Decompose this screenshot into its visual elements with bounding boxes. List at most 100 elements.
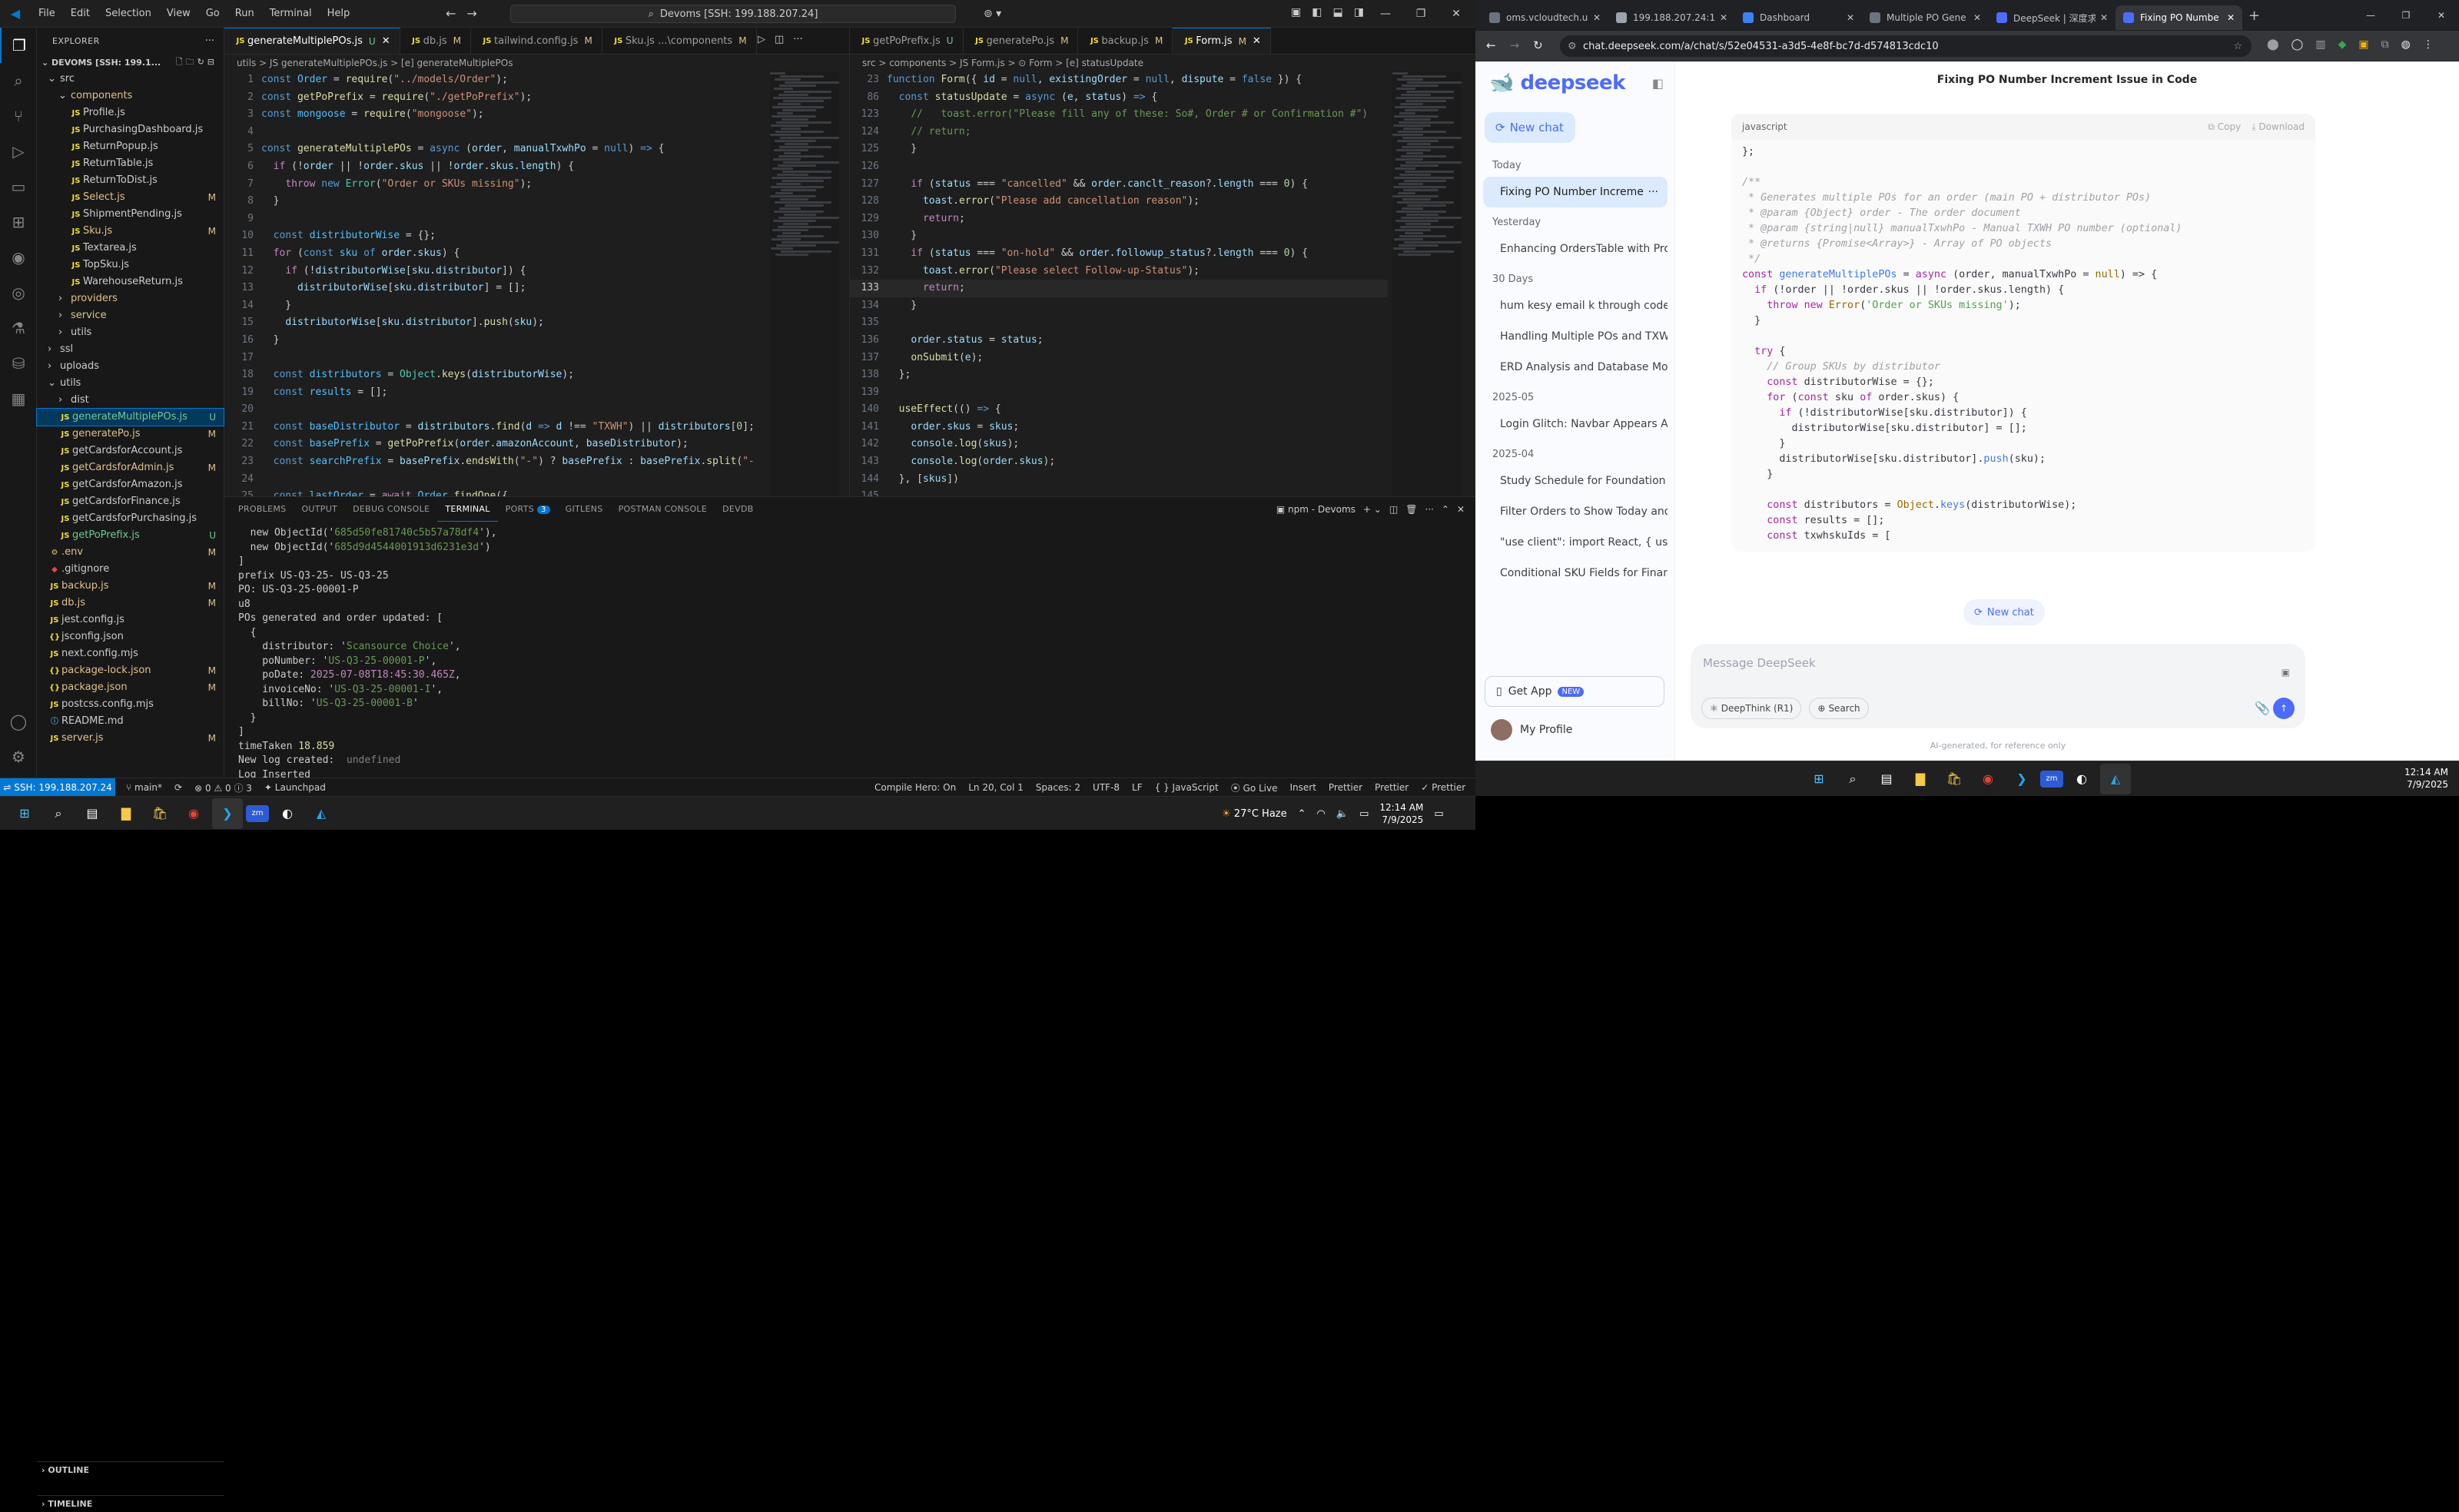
- copilot-icon[interactable]: ⊚ ▾: [984, 8, 1001, 20]
- file-item[interactable]: JS server.js M: [37, 730, 224, 747]
- compile-hero-item[interactable]: Compile Hero: On: [868, 782, 962, 793]
- branch-item[interactable]: ⑂ main*: [120, 782, 168, 793]
- file-item[interactable]: JS ReturnToDist.js: [37, 172, 224, 189]
- file-item[interactable]: JS WarehouseReturn.js: [37, 274, 224, 290]
- extension-icon[interactable]: ◆: [2338, 38, 2347, 51]
- docker-icon[interactable]: ▦: [0, 381, 37, 416]
- close-tab-icon[interactable]: ✕: [2100, 12, 2108, 23]
- editor-tab[interactable]: JS tailwind.config.js M: [471, 28, 602, 54]
- history-item[interactable]: "use client": import React, { us: [1483, 527, 1668, 558]
- file-item[interactable]: ⚙ .env M: [37, 544, 224, 561]
- layout-icon[interactable]: ▣: [1291, 6, 1301, 18]
- editor-tab[interactable]: JS getPoPrefix.js U: [850, 28, 964, 54]
- editor-tab[interactable]: JS generatePo.js M: [964, 28, 1079, 54]
- get-app-button[interactable]: ▯ Get App NEW: [1485, 676, 1664, 707]
- editor-tab[interactable]: JS db.js M: [400, 28, 471, 54]
- history-item[interactable]: hum kesy email k through code: [1483, 290, 1668, 321]
- problems-item[interactable]: ⊗ 0 ⚠ 0 ⓘ 3: [188, 781, 258, 794]
- reload-icon[interactable]: ↻: [1533, 38, 1543, 52]
- deepthink-toggle[interactable]: ⚛ DeepThink (R1): [1701, 698, 1802, 719]
- file-item[interactable]: JS postcss.config.mjs: [37, 696, 224, 713]
- folder-item[interactable]: ⌄ components: [37, 88, 224, 104]
- close-icon[interactable]: ✕: [1439, 8, 1474, 20]
- file-item[interactable]: JS ShipmentPending.js: [37, 206, 224, 223]
- extensions-puzzle-icon[interactable]: ⧉: [2381, 38, 2389, 51]
- minimize-icon[interactable]: —: [1368, 8, 1403, 20]
- editor-tab[interactable]: JS Form.js M ✕: [1173, 28, 1271, 54]
- eol[interactable]: LF: [1126, 782, 1149, 793]
- address-bar[interactable]: ⚙ chat.deepseek.com/a/chat/s/52e04531-a3…: [1560, 35, 2252, 57]
- more-actions-icon[interactable]: ···: [205, 35, 214, 47]
- history-item[interactable]: Conditional SKU Fields for Finan: [1483, 558, 1668, 589]
- prettier-item[interactable]: ✓ Prettier: [1415, 782, 1472, 793]
- history-item[interactable]: Filter Orders to Show Today and: [1483, 496, 1668, 527]
- app-icon[interactable]: ◐: [2066, 764, 2097, 794]
- store-icon[interactable]: 🛍: [1939, 764, 1970, 794]
- file-item[interactable]: JS Profile.js: [37, 104, 224, 121]
- new-chat-center-button[interactable]: ⟳ New chat: [1963, 599, 2045, 625]
- close-icon[interactable]: ✕: [2424, 10, 2459, 21]
- menu-selection[interactable]: Selection: [98, 0, 159, 28]
- browser-tab[interactable]: Multiple PO Gene ✕: [1862, 5, 1989, 30]
- file-item[interactable]: JS ReturnTable.js: [37, 155, 224, 172]
- workspace-header[interactable]: ⌄ DEVOMS [SSH: 199.1... 🗋🗀↻⊟: [37, 54, 224, 71]
- panel-tab-debug-console[interactable]: DEBUG CONSOLE: [345, 497, 437, 522]
- menu-edit[interactable]: Edit: [63, 0, 98, 28]
- terminal-label[interactable]: ▣ npm - Devoms: [1276, 504, 1356, 515]
- panel-tab-terminal[interactable]: TERMINAL: [437, 497, 498, 522]
- editor-tab[interactable]: JS Sku.js ...\components M: [602, 28, 757, 54]
- indentation[interactable]: Spaces: 2: [1030, 782, 1087, 793]
- weather-widget[interactable]: ☀ 27°C Haze: [1222, 808, 1287, 820]
- gitlens-icon[interactable]: ◉: [0, 240, 37, 275]
- bookmark-star-icon[interactable]: ☆: [2233, 41, 2242, 52]
- send-button[interactable]: ↑: [2273, 698, 2295, 719]
- file-item[interactable]: JS PurchasingDashboard.js: [37, 121, 224, 138]
- volume-icon[interactable]: 🔈: [1336, 808, 1349, 820]
- history-item[interactable]: ERD Analysis and Database Mod: [1483, 352, 1668, 383]
- more-icon[interactable]: ⋮: [2423, 38, 2434, 51]
- file-item[interactable]: JS Sku.js M: [37, 223, 224, 240]
- site-info-icon[interactable]: ⚙: [1568, 41, 1577, 52]
- sync-icon[interactable]: ⟳: [168, 782, 188, 793]
- more-options-icon[interactable]: ···: [1648, 177, 1658, 207]
- right-code[interactable]: 23 function Form({ id = null, existingOrd…: [850, 71, 1388, 496]
- launchpad-item[interactable]: ✦ Launchpad: [258, 782, 332, 793]
- more-icon[interactable]: ···: [1425, 504, 1433, 515]
- cursor-position[interactable]: Ln 20, Col 1: [962, 782, 1030, 793]
- new-chat-button[interactable]: ⟳ New chat: [1485, 112, 1575, 143]
- file-item[interactable]: JS db.js M: [37, 595, 224, 612]
- chrome-icon[interactable]: ◉: [178, 798, 209, 829]
- folder-item[interactable]: › dist: [37, 392, 224, 409]
- toggle-panel-icon[interactable]: ⬓: [1332, 6, 1342, 18]
- file-item[interactable]: ◆ .gitignore: [37, 561, 224, 578]
- extensions-icon[interactable]: ⊞: [0, 204, 37, 240]
- forward-icon[interactable]: →: [1510, 38, 1520, 52]
- message-input[interactable]: Message DeepSeek: [1703, 656, 1816, 670]
- timeline-section[interactable]: › TIMELINE: [37, 1495, 224, 1512]
- wifi-icon[interactable]: ◠: [1317, 808, 1326, 820]
- store-icon[interactable]: 🛍: [144, 798, 175, 829]
- editor-tab[interactable]: JS generateMultiplePOs.js U ✕: [224, 28, 400, 54]
- close-tab-icon[interactable]: ✕: [1973, 12, 1981, 23]
- start-icon[interactable]: ⊞: [9, 798, 40, 829]
- file-item[interactable]: JS getCardsforAdmin.js M: [37, 459, 224, 476]
- testing-icon[interactable]: ⚗: [0, 310, 37, 346]
- notification-center-icon[interactable]: ▭: [1434, 808, 1443, 820]
- collapse-icon[interactable]: ⊟: [207, 57, 217, 67]
- close-tab-icon[interactable]: ✕: [2227, 12, 2235, 23]
- history-item[interactable]: Fixing PO Number Increme ···: [1483, 177, 1668, 207]
- close-tab-icon[interactable]: ✕: [1253, 35, 1261, 47]
- back-icon[interactable]: ←: [1486, 38, 1496, 52]
- browser-tab[interactable]: DeepSeek | 深度求 ✕: [1989, 5, 2116, 30]
- menu-view[interactable]: View: [159, 0, 198, 28]
- history-item[interactable]: Handling Multiple POs and TXW: [1483, 321, 1668, 352]
- file-item[interactable]: JS backup.js M: [37, 578, 224, 595]
- explorer-icon[interactable]: ❐: [0, 28, 37, 63]
- history-item[interactable]: Enhancing OrdersTable with Prof: [1483, 234, 1668, 264]
- panel-tab-gitlens[interactable]: GITLENS: [558, 497, 611, 522]
- file-item[interactable]: JS Select.js M: [37, 189, 224, 206]
- search-icon[interactable]: ⌕: [0, 63, 37, 98]
- close-tab-icon[interactable]: ✕: [382, 35, 390, 47]
- chrome-icon[interactable]: ◉: [1973, 764, 2003, 794]
- extension-icon[interactable]: ◯: [2291, 38, 2304, 51]
